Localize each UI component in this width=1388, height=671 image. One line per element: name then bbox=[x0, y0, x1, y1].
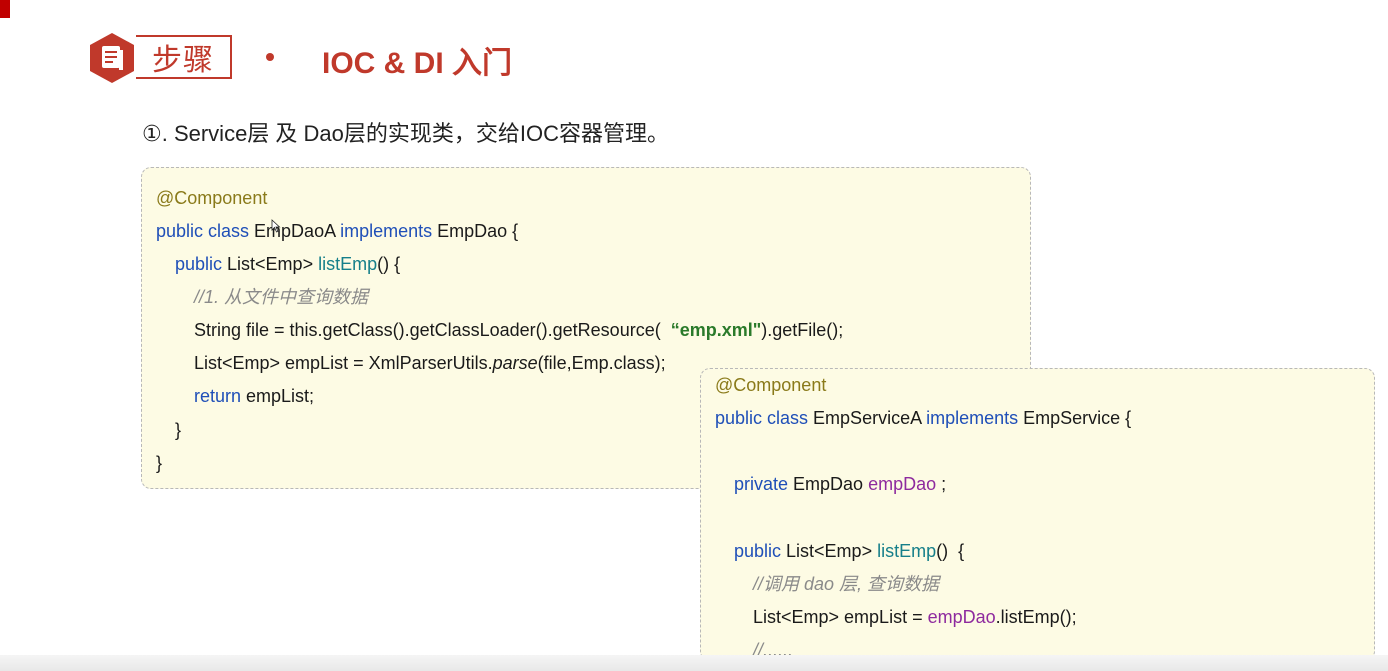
static-method: parse bbox=[492, 353, 538, 373]
code-text: String file = this.getClass().getClassLo… bbox=[194, 320, 671, 340]
method-name: listEmp bbox=[318, 254, 378, 274]
keyword: private bbox=[734, 474, 789, 494]
return-type: List<Emp> bbox=[781, 541, 878, 561]
service-code-panel: @Component public class EmpServiceA impl… bbox=[700, 368, 1375, 661]
step-label: 步骤 bbox=[152, 44, 214, 77]
keyword: public class bbox=[715, 408, 809, 428]
keyword: implements bbox=[340, 221, 433, 241]
string-literal: “emp.xml" bbox=[670, 320, 762, 340]
service-method-declaration: public List<Emp> listEmp() { bbox=[734, 539, 964, 563]
field-type: EmpDao bbox=[788, 474, 869, 494]
page-title: IOC & DI 入门 bbox=[322, 47, 513, 80]
code-text: List<Emp> empList = bbox=[753, 607, 928, 627]
dao-class-close: } bbox=[156, 453, 163, 473]
service-call-line: List<Emp> empList = empDao.listEmp(); bbox=[753, 605, 1077, 629]
document-icon bbox=[90, 33, 134, 83]
code-text: empList; bbox=[241, 386, 315, 406]
keyword: public class bbox=[156, 221, 250, 241]
code-text: List<Emp> empList = XmlParserUtils. bbox=[194, 353, 493, 373]
service-field-declaration: private EmpDao empDao ; bbox=[734, 472, 946, 496]
method-params: () { bbox=[936, 541, 965, 561]
service-annotation: @Component bbox=[715, 375, 827, 395]
code-text: .listEmp(); bbox=[995, 607, 1077, 627]
dao-class-declaration: public class EmpDaoA implements EmpDao { bbox=[156, 219, 518, 243]
code-text: (file,Emp.class); bbox=[537, 353, 666, 373]
keyword: return bbox=[194, 386, 242, 406]
class-name: EmpDaoA bbox=[249, 221, 341, 241]
service-class-declaration: public class EmpServiceA implements EmpS… bbox=[715, 406, 1131, 430]
code-text: ; bbox=[936, 474, 947, 494]
method-name: listEmp bbox=[877, 541, 937, 561]
field-name: empDao bbox=[868, 474, 937, 494]
dao-parse-line: List<Emp> empList = XmlParserUtils.parse… bbox=[194, 351, 666, 375]
keyword: public bbox=[734, 541, 782, 561]
code-text: ).getFile(); bbox=[761, 320, 844, 340]
corner-mark bbox=[0, 0, 10, 18]
field-name: empDao bbox=[927, 607, 996, 627]
return-type: List<Emp> bbox=[222, 254, 319, 274]
dao-file-line: String file = this.getClass().getClassLo… bbox=[194, 318, 843, 342]
slide: 步骤 IOC & DI 入门 ①. Service层 及 Dao层的实现类，交给… bbox=[0, 0, 1388, 671]
dao-comment: //1. 从文件中查询数据 bbox=[194, 287, 369, 307]
step-label-box: 步骤 bbox=[136, 35, 232, 79]
service-comment: //调用 dao 层, 查询数据 bbox=[753, 574, 940, 594]
dao-annotation: @Component bbox=[156, 188, 268, 208]
interface-name: EmpDao { bbox=[432, 221, 519, 241]
dao-method-close: } bbox=[175, 420, 182, 440]
dao-return-line: return empList; bbox=[194, 384, 314, 408]
keyword: implements bbox=[926, 408, 1019, 428]
method-params: () { bbox=[377, 254, 401, 274]
bottom-bar bbox=[0, 655, 1388, 671]
keyword: public bbox=[175, 254, 223, 274]
bullet-dot bbox=[266, 53, 274, 61]
cursor-icon bbox=[271, 219, 281, 233]
class-name: EmpServiceA bbox=[808, 408, 927, 428]
step-description: ①. Service层 及 Dao层的实现类，交给IOC容器管理。 bbox=[142, 121, 670, 146]
interface-name: EmpService { bbox=[1018, 408, 1132, 428]
dao-method-declaration: public List<Emp> listEmp() { bbox=[175, 252, 400, 276]
